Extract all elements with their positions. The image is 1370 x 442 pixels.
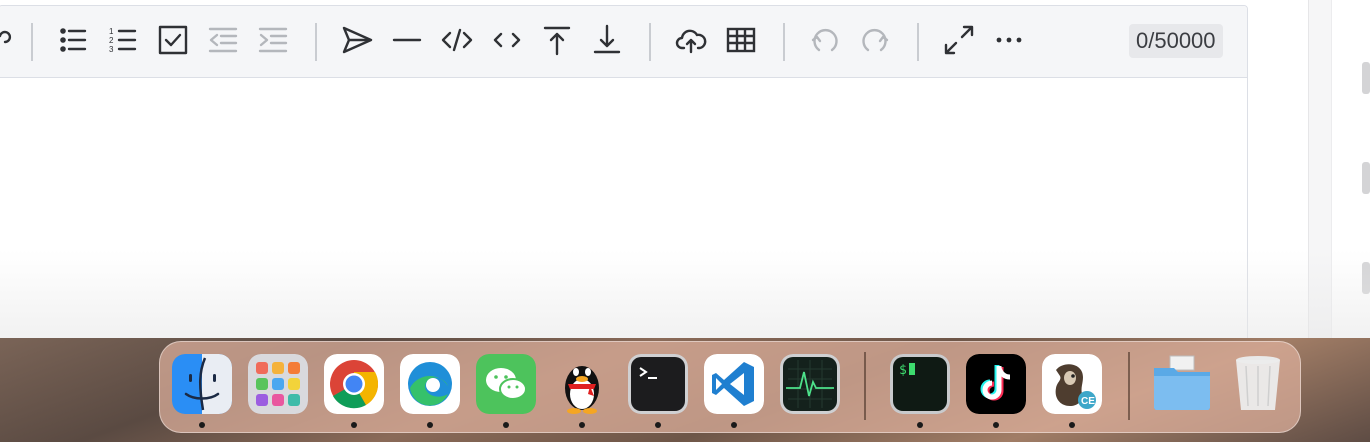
- ordered-list-icon: 123: [109, 27, 137, 54]
- toolbar-separator: [649, 23, 651, 61]
- toolbar-separator: [31, 23, 33, 61]
- dock-app-dbeaver[interactable]: CE: [1042, 354, 1102, 414]
- chrome-icon: [324, 354, 384, 414]
- more-icon: [996, 37, 1022, 43]
- toolbar-separator: [315, 23, 317, 61]
- quote-button[interactable]: [337, 20, 377, 60]
- dbeaver-icon: CE: [1042, 354, 1102, 414]
- side-marker: [1362, 162, 1370, 194]
- activity-monitor-icon: [780, 354, 840, 414]
- svg-text:1: 1: [109, 27, 114, 36]
- svg-text:$: $: [899, 363, 907, 378]
- folder-icon: [1154, 355, 1210, 410]
- dock-app-qq[interactable]: [552, 354, 612, 414]
- running-indicator: [427, 422, 433, 428]
- undo-button[interactable]: [805, 20, 845, 60]
- code-block-icon: [441, 28, 473, 52]
- dock-separator: [864, 352, 866, 420]
- indent-button[interactable]: [253, 20, 293, 60]
- unordered-list-icon: [60, 28, 87, 52]
- running-indicator: [579, 422, 585, 428]
- character-count: 0/50000: [1129, 24, 1223, 58]
- svg-text:CE: CE: [1081, 396, 1095, 407]
- dock-app-downloads[interactable]: [1152, 354, 1212, 414]
- running-indicator: [917, 422, 923, 428]
- toolbar-separator: [783, 23, 785, 61]
- indent-icon: [258, 27, 288, 53]
- table-icon: [726, 27, 756, 53]
- checkbox-icon: [158, 25, 188, 55]
- iterm-icon: $: [890, 354, 950, 414]
- dock-app-activity-monitor[interactable]: [780, 354, 840, 414]
- insert-after-button[interactable]: [587, 20, 627, 60]
- link-icon[interactable]: [0, 20, 23, 60]
- horizontal-rule-button[interactable]: [387, 20, 427, 60]
- running-indicator: [655, 422, 661, 428]
- svg-text:3: 3: [109, 45, 114, 54]
- redo-icon: [862, 28, 889, 52]
- running-indicator: [1069, 422, 1075, 428]
- dock-app-iterm[interactable]: $: [890, 354, 950, 414]
- inline-code-icon: [493, 32, 521, 48]
- unordered-list-button[interactable]: [53, 20, 93, 60]
- edge-icon: [400, 354, 460, 414]
- svg-text:2: 2: [109, 36, 114, 45]
- running-indicator: [351, 422, 357, 428]
- finder-icon: [172, 354, 232, 414]
- dock-app-edge[interactable]: [400, 354, 460, 414]
- line-icon: [392, 38, 422, 42]
- table-button[interactable]: [721, 20, 761, 60]
- dock-app-launchpad[interactable]: [248, 354, 308, 414]
- insert-before-button[interactable]: [537, 20, 577, 60]
- arrow-up-bar-icon: [543, 26, 571, 56]
- dock-app-vscode[interactable]: [704, 354, 764, 414]
- dock-app-chrome[interactable]: [324, 354, 384, 414]
- more-button[interactable]: [989, 20, 1029, 60]
- redo-button[interactable]: [855, 20, 895, 60]
- fullscreen-button[interactable]: [939, 20, 979, 60]
- outdent-button[interactable]: [203, 20, 243, 60]
- dock-app-finder[interactable]: [172, 354, 232, 414]
- undo-icon: [811, 28, 838, 52]
- dock-app-tiktok[interactable]: [966, 354, 1026, 414]
- task-list-button[interactable]: [153, 20, 193, 60]
- running-indicator: [199, 422, 205, 428]
- dock-app-wechat[interactable]: [476, 354, 536, 414]
- send-icon: [342, 26, 373, 54]
- dock-shadow: [0, 250, 1370, 340]
- ordered-list-button[interactable]: 123: [103, 20, 143, 60]
- expand-icon: [944, 25, 974, 55]
- dock-app-trash[interactable]: [1228, 354, 1288, 414]
- launchpad-icon: [248, 354, 308, 414]
- inline-code-button[interactable]: [487, 20, 527, 60]
- running-indicator: [993, 422, 999, 428]
- tiktok-icon: [966, 354, 1026, 414]
- running-indicator: [503, 422, 509, 428]
- code-block-button[interactable]: [437, 20, 477, 60]
- arrow-down-bar-icon: [593, 24, 621, 54]
- wechat-icon: [476, 354, 536, 414]
- editor-toolbar: 123 0/50000: [0, 6, 1247, 78]
- running-indicator: [731, 422, 737, 428]
- vscode-icon: [704, 354, 764, 414]
- dock-app-terminal[interactable]: [628, 354, 688, 414]
- upload-button[interactable]: [671, 20, 711, 60]
- qq-penguin-icon: [565, 366, 599, 414]
- trash-icon: [1236, 356, 1280, 410]
- toolbar-separator: [917, 23, 919, 61]
- side-marker: [1362, 62, 1370, 94]
- dock-separator: [1128, 352, 1130, 420]
- outdent-icon: [208, 27, 238, 53]
- terminal-icon: [628, 354, 688, 414]
- cloud-upload-icon: [675, 29, 707, 54]
